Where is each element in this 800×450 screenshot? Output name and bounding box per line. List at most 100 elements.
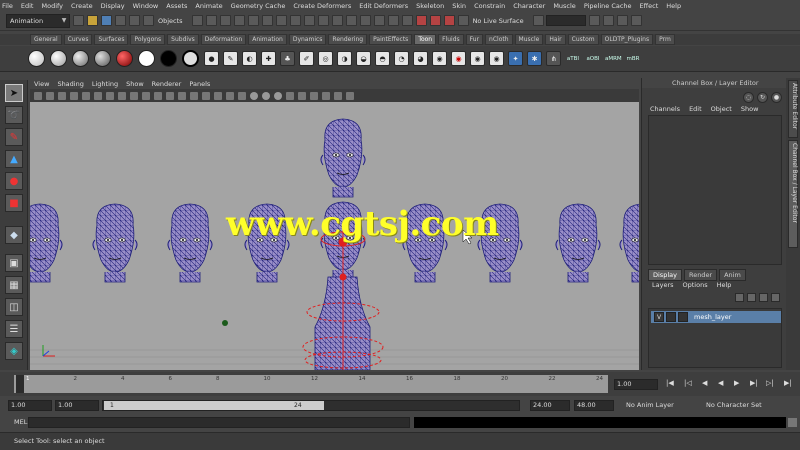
construction-history-icon[interactable]	[401, 15, 413, 26]
head-model[interactable]	[320, 118, 366, 198]
quick-select-field[interactable]	[545, 15, 586, 26]
shelf-tab-polygons[interactable]: Polygons	[130, 34, 166, 45]
resolution-gate-icon[interactable]	[130, 91, 138, 100]
toon-branch-icon[interactable]: ⋔	[546, 51, 561, 66]
menu-edit-deformers[interactable]: Edit Deformers	[359, 2, 408, 10]
shelf-tab-ncloth[interactable]: nCloth	[485, 34, 513, 45]
shelf-tab-hair[interactable]: Hair	[545, 34, 566, 45]
toon-fill-circle-highlight-icon[interactable]	[138, 50, 155, 67]
image-plane-icon[interactable]	[70, 91, 78, 100]
shelf-label-mbr[interactable]: mBR	[625, 56, 641, 62]
smooth-shade-icon[interactable]	[202, 91, 210, 100]
open-scene-icon[interactable]	[87, 15, 98, 26]
render-current-frame-icon[interactable]	[415, 15, 427, 26]
shelf-tab-fluids[interactable]: Fluids	[438, 34, 464, 45]
layer-color-swatch[interactable]	[678, 312, 688, 322]
step-forward-key-icon[interactable]: ▶|	[750, 379, 758, 387]
animation-end-field[interactable]: 48.00	[574, 400, 614, 411]
toon-brush-icon[interactable]: ✎	[223, 51, 238, 66]
selection-mode-label[interactable]: Objects	[158, 17, 183, 25]
cb-menu-edit[interactable]: Edit	[689, 105, 702, 113]
menu-help[interactable]: Help	[666, 2, 681, 10]
select-tool-icon[interactable]: ➤	[5, 84, 23, 102]
manipulator-tool-icon[interactable]: ◆	[5, 226, 23, 244]
layer-visibility-toggle[interactable]: V	[654, 312, 664, 322]
menu-file[interactable]: File	[2, 2, 13, 10]
outliner-layout-icon[interactable]: ☰	[5, 320, 23, 338]
shelf-label-atbi[interactable]: aTBI	[565, 56, 581, 62]
shelf-tab-prm[interactable]: Prm	[655, 34, 675, 45]
tab-anim[interactable]: Anim	[719, 269, 746, 281]
toon-intersection-icon[interactable]: ◕	[413, 51, 428, 66]
toon-line-offset-icon[interactable]: ◎	[318, 51, 333, 66]
toon-fill-bright-icon[interactable]	[94, 50, 111, 67]
grease-pencil-icon[interactable]	[94, 91, 102, 100]
toon-fill-black-icon[interactable]	[160, 50, 177, 67]
shelf-label-amrm[interactable]: aMRM	[605, 56, 622, 62]
toon-sphere-line-icon[interactable]: ●	[204, 51, 219, 66]
toon-reverse-normals-icon[interactable]: ◑	[337, 51, 352, 66]
layer-menu-layers[interactable]: Layers	[652, 281, 674, 289]
motion-blur-icon[interactable]	[274, 91, 282, 100]
go-to-end-icon[interactable]: ▶|	[784, 379, 792, 387]
tab-attribute-editor[interactable]: Attribute Editor	[788, 80, 798, 138]
play-backwards-icon[interactable]: ◀	[718, 379, 723, 387]
menu-display[interactable]: Display	[101, 2, 125, 10]
save-scene-icon[interactable]	[101, 15, 112, 26]
command-language-label[interactable]: MEL	[14, 418, 27, 426]
cb-menu-show[interactable]: Show	[741, 105, 759, 113]
show-channel-box-icon[interactable]	[630, 15, 642, 26]
new-scene-icon[interactable]	[73, 15, 84, 26]
menu-effect[interactable]: Effect	[640, 2, 659, 10]
panel-menu-lighting[interactable]: Lighting	[92, 80, 118, 88]
panel-menu-view[interactable]: View	[34, 80, 49, 88]
toon-border-icon[interactable]: ◔	[394, 51, 409, 66]
show-attribute-editor-icon[interactable]	[602, 15, 614, 26]
head-model[interactable]	[619, 203, 639, 283]
snap-view-plane-icon[interactable]	[359, 15, 371, 26]
shelf-tab-painteffects[interactable]: PaintEffects	[369, 34, 413, 45]
move-tool-icon[interactable]: ▲	[5, 150, 23, 168]
select-joints-icon[interactable]	[205, 15, 217, 26]
single-view-layout-icon[interactable]: ▣	[5, 254, 23, 272]
toon-pencil-icon[interactable]: ✐	[299, 51, 314, 66]
shelf-tab-oldtp-plugins[interactable]: OLDTP_Plugins	[600, 34, 654, 45]
current-time-marker[interactable]	[16, 375, 24, 393]
toon-fill-light-angle-icon[interactable]	[50, 50, 67, 67]
shadows-icon[interactable]	[250, 91, 258, 100]
toon-crease-icon[interactable]: ◒	[356, 51, 371, 66]
tab-channel-box[interactable]: Channel Box / Layer Editor	[788, 140, 798, 248]
menu-geometry-cache[interactable]: Geometry Cache	[231, 2, 286, 10]
xray-icon[interactable]	[322, 91, 330, 100]
ipr-render-icon[interactable]	[429, 15, 441, 26]
new-layer-selected-icon[interactable]	[771, 293, 780, 302]
select-misc-icon[interactable]	[289, 15, 301, 26]
time-slider-bar[interactable]: 1 2 4 6 8 10 12 14 16 18 20 22 24	[14, 375, 608, 393]
step-forward-frame-icon[interactable]: ▷|	[766, 379, 774, 387]
grid-icon[interactable]	[106, 91, 114, 100]
two-view-layout-icon[interactable]: ◫	[5, 298, 23, 316]
shelf-label-aobi[interactable]: aOBI	[585, 56, 601, 62]
current-frame-field[interactable]: 1.00	[614, 379, 658, 390]
menu-constrain[interactable]: Constrain	[474, 2, 505, 10]
step-back-key-icon[interactable]: ◀	[702, 379, 707, 387]
wireframe-on-shaded-icon[interactable]	[214, 91, 222, 100]
render-settings-icon[interactable]	[443, 15, 455, 26]
lock-selection-icon[interactable]	[303, 15, 315, 26]
menu-set-select[interactable]: Animation ▼	[6, 13, 70, 28]
settings-icon[interactable]: ●	[771, 92, 782, 103]
select-camera-icon[interactable]	[34, 91, 42, 100]
shelf-tab-toon[interactable]: Toon	[414, 34, 437, 45]
toon-assign-icon[interactable]: ✚	[261, 51, 276, 66]
hypershade-layout-icon[interactable]: ◈	[5, 342, 23, 360]
shelf-tab-rendering[interactable]: Rendering	[328, 34, 368, 45]
paint-select-tool-icon[interactable]: ✎	[5, 128, 23, 146]
select-dynamics-icon[interactable]	[261, 15, 273, 26]
script-editor-icon[interactable]	[788, 418, 797, 427]
playback-start-field[interactable]: 1.00	[55, 400, 99, 411]
shelf-tab-surfaces[interactable]: Surfaces	[94, 34, 129, 45]
panel-menu-panels[interactable]: Panels	[189, 80, 210, 88]
input-output-icon[interactable]	[387, 15, 399, 26]
snap-curve-icon[interactable]	[331, 15, 343, 26]
menu-skin[interactable]: Skin	[452, 2, 466, 10]
